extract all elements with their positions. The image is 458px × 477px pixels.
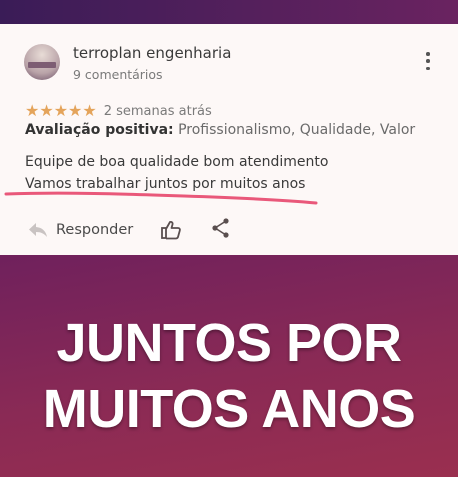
comment-count: 9 comentários <box>73 67 163 82</box>
avatar[interactable] <box>24 44 60 80</box>
headline-line1: JUNTOS POR <box>56 313 402 373</box>
review-date: 2 semanas atrás <box>103 103 212 119</box>
review-actions: Responder <box>0 214 458 244</box>
evaluation-label: Avaliação positiva: <box>25 122 174 138</box>
review-text-line1: Equipe de boa qualidade bom atendimento <box>25 154 329 170</box>
review-card: terroplan engenharia 9 comentários ★★★★★… <box>0 24 458 255</box>
thumbs-up-icon[interactable] <box>160 219 182 241</box>
evaluation-values: Profissionalismo, Qualidade, Valor <box>173 122 416 138</box>
star-rating: ★★★★★ <box>25 101 97 120</box>
headline-line2: MUITOS ANOS <box>42 379 416 439</box>
highlight-underline <box>4 191 318 205</box>
reviewer-name[interactable]: terroplan engenharia <box>73 44 231 62</box>
share-icon[interactable] <box>210 217 232 239</box>
headline: JUNTOS POR MUITOS ANOS <box>0 310 458 442</box>
evaluation: Avaliação positiva: Profissionalismo, Qu… <box>25 122 415 138</box>
rating-row: ★★★★★ 2 semanas atrás <box>25 102 212 120</box>
top-strip <box>0 0 458 24</box>
reply-button[interactable]: Responder <box>28 219 133 241</box>
reply-label: Responder <box>56 222 134 238</box>
reply-arrow-icon <box>29 223 47 237</box>
more-options-icon[interactable] <box>420 52 436 70</box>
